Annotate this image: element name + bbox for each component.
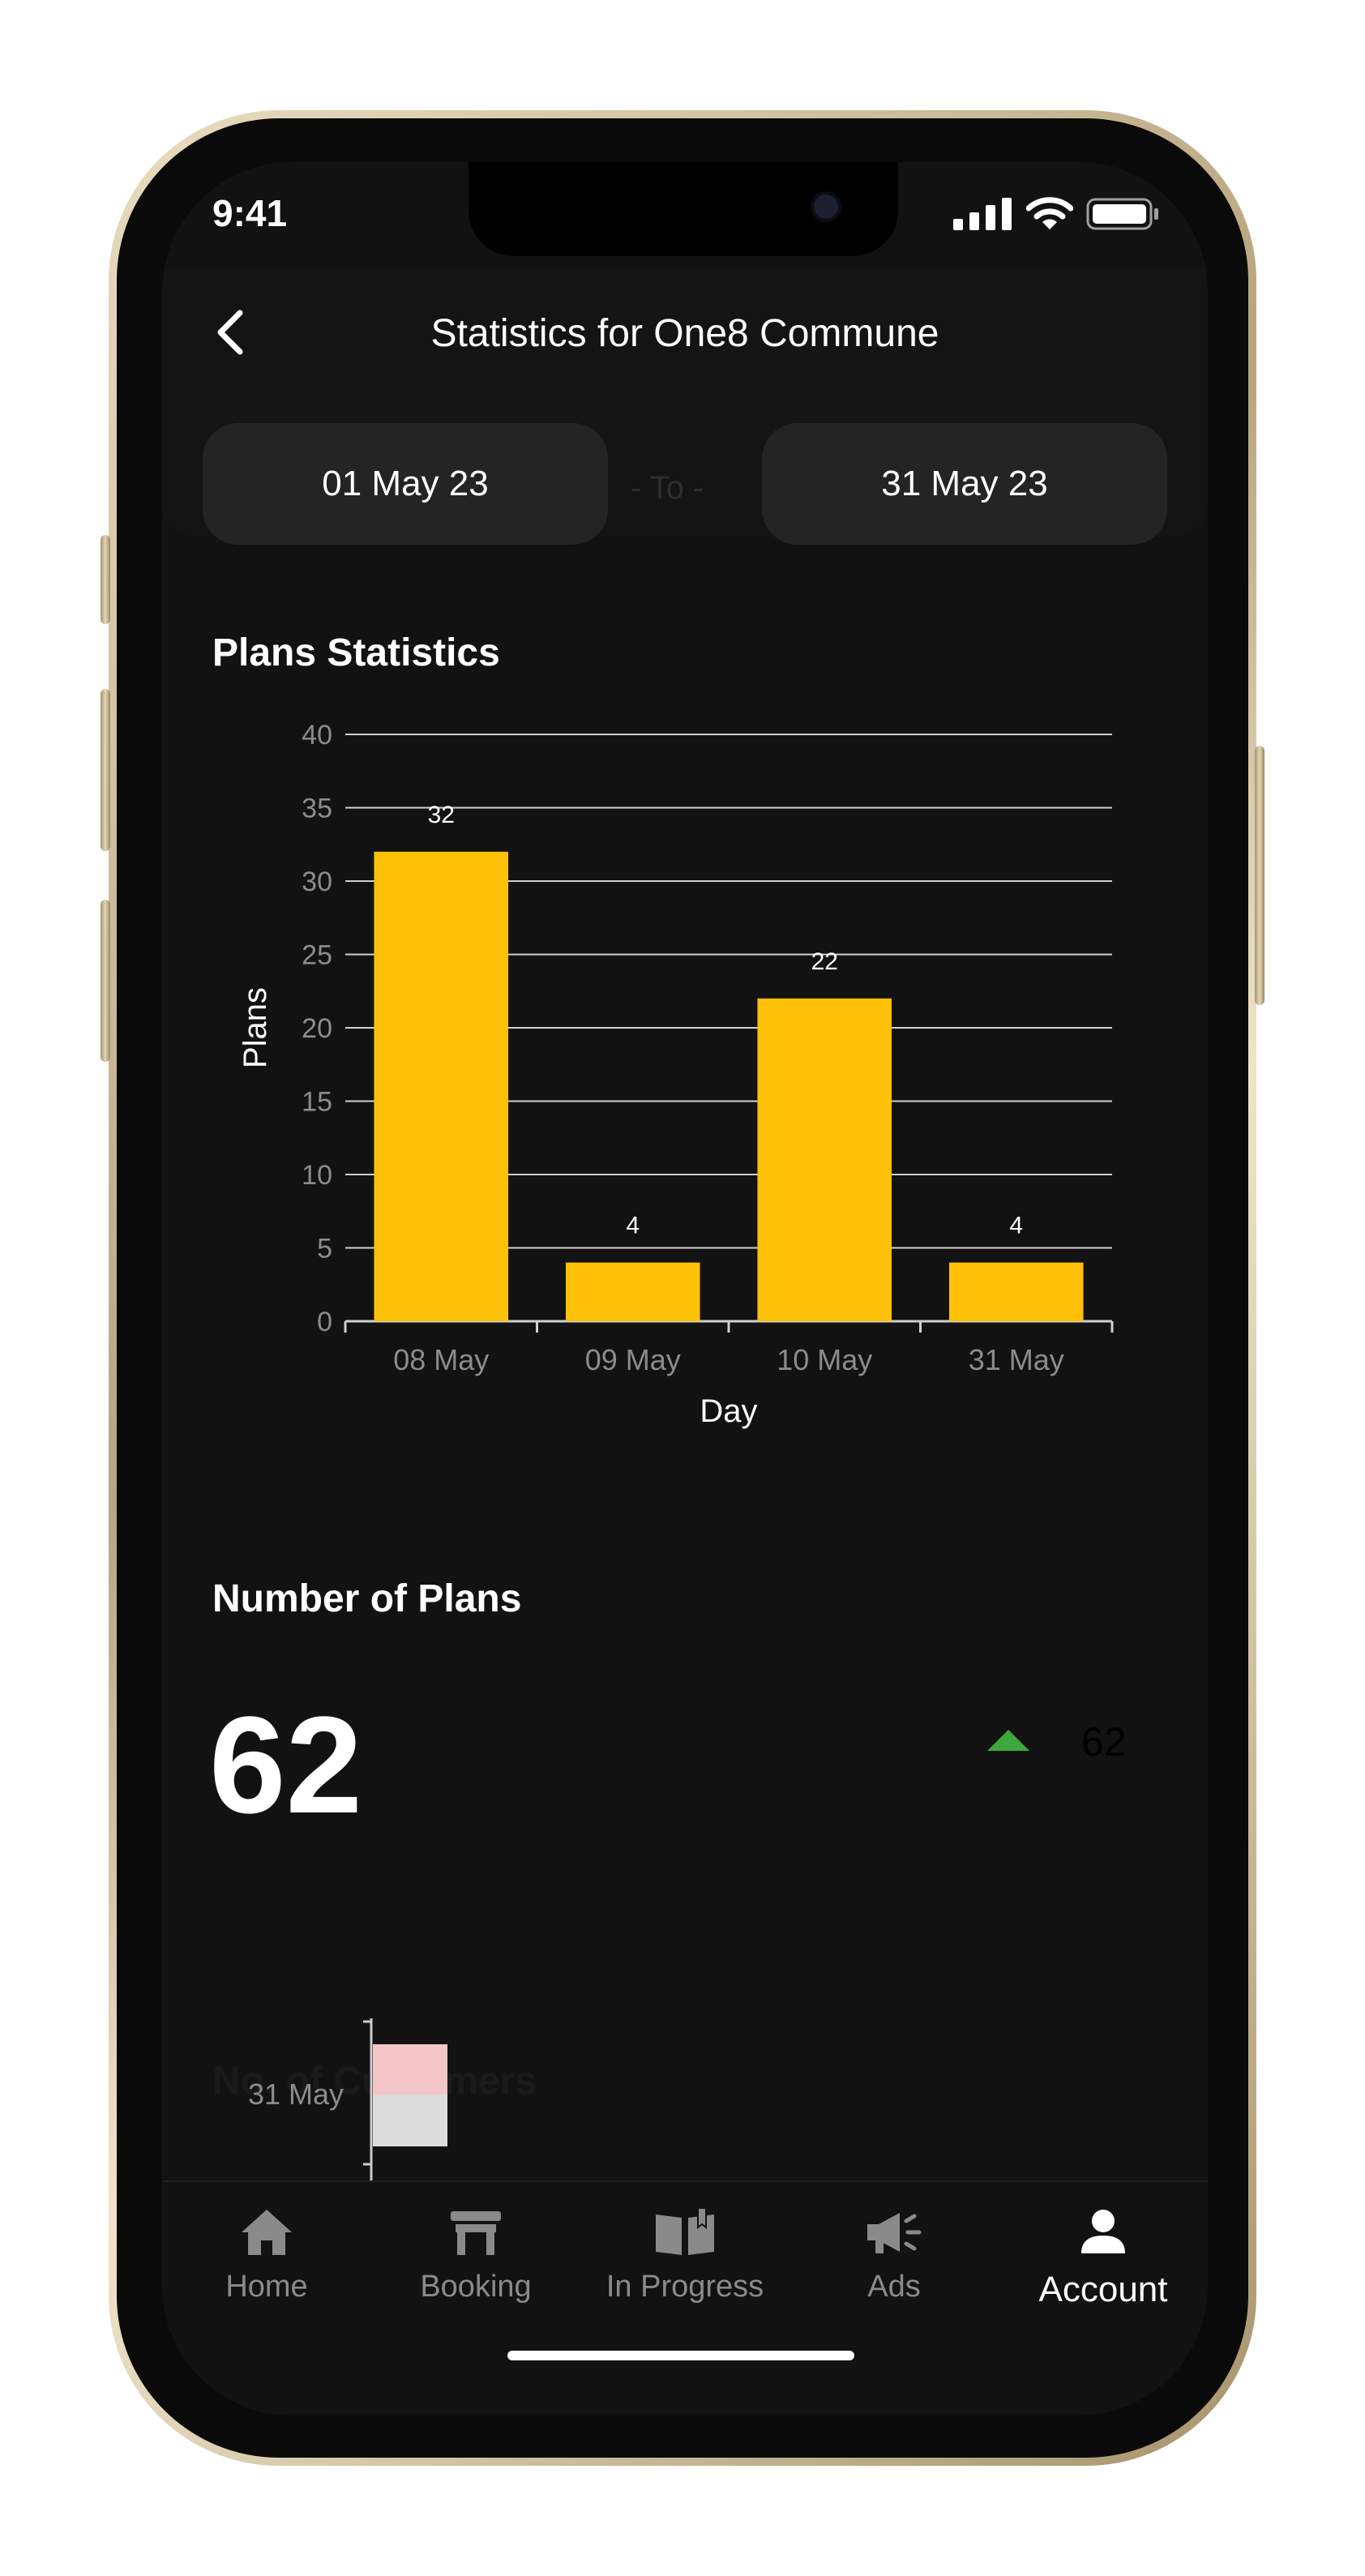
tab-label: Booking: [420, 2270, 532, 2304]
tab-account[interactable]: Account: [999, 2206, 1208, 2310]
x-tick-label: 10 May: [777, 1343, 872, 1376]
x-tick-label: 08 May: [393, 1343, 489, 1376]
trend-up-icon: [987, 1730, 1029, 1751]
bar: [565, 1262, 700, 1321]
y-axis-title: Plans: [237, 987, 273, 1068]
bar-data-label: 32: [428, 802, 455, 828]
y-tick-label: 40: [302, 720, 332, 751]
phone-side-button: [101, 535, 110, 624]
person-icon: [1081, 2210, 1125, 2253]
status-time: 9:41: [212, 192, 288, 234]
bar-data-label: 4: [1009, 1213, 1023, 1239]
battery-icon: [1086, 198, 1158, 230]
bar-data-label: 4: [626, 1213, 640, 1239]
tab-ads[interactable]: Ads: [789, 2206, 999, 2304]
plans-count: 62: [209, 1688, 363, 1842]
bar-data-label: 22: [811, 948, 838, 975]
stacked-bar-segment: [373, 2044, 447, 2095]
plans-statistics-title: Plans Statistics: [212, 631, 500, 674]
y-tick-label: 10: [302, 1160, 332, 1191]
tab-label: Ads: [867, 2270, 921, 2304]
y-tick-label: 20: [302, 1013, 332, 1044]
tab-label: In Progress: [605, 2270, 764, 2304]
notch: [469, 162, 898, 256]
book-icon: [656, 2207, 714, 2255]
camera-icon: [811, 191, 841, 222]
tab-label: Home: [225, 2270, 308, 2304]
phone-side-button: [101, 689, 110, 851]
y-tick-label: 31 May: [248, 2077, 344, 2111]
wifi-icon: [1026, 197, 1073, 229]
date-from-picker[interactable]: 01 May 23: [203, 423, 608, 545]
app-screen: 9:41 Statistics for One8 Commune 01 May …: [162, 162, 1208, 2416]
home-icon: [242, 2210, 292, 2255]
date-separator: - To -: [631, 470, 704, 506]
phone-side-button: [101, 900, 110, 1062]
megaphone-icon: [867, 2213, 922, 2253]
y-tick-label: 15: [302, 1087, 332, 1118]
tab-label: Account: [1038, 2270, 1168, 2309]
y-tick-label: 30: [302, 867, 332, 897]
date-to-picker[interactable]: 31 May 23: [762, 423, 1167, 545]
phone-side-button: [1255, 746, 1264, 1005]
bar: [757, 998, 892, 1321]
home-indicator[interactable]: [507, 2351, 854, 2360]
tab-home[interactable]: Home: [162, 2206, 371, 2304]
bar: [948, 1262, 1084, 1321]
number-of-plans-title: Number of Plans: [212, 1577, 522, 1620]
trend-value: 62: [1081, 1719, 1127, 1765]
x-tick-label: 31 May: [969, 1343, 1064, 1376]
bar-data-label: 8: [470, 2046, 486, 2077]
x-tick-label: 09 May: [585, 1343, 681, 1376]
signal-icon: [953, 198, 1012, 230]
bar: [374, 851, 509, 1321]
y-tick-label: 35: [302, 794, 332, 824]
customers-bar-chart: 31 May 8: [248, 2018, 486, 2197]
header: Statistics for One8 Commune 01 May 23 - …: [162, 269, 1208, 545]
y-tick-label: 25: [302, 940, 332, 971]
stacked-bar-segment: [373, 2095, 447, 2146]
status-icons: [953, 197, 1159, 230]
tab-in-progress[interactable]: In Progress: [580, 2206, 789, 2304]
page-title: Statistics for One8 Commune: [430, 312, 939, 355]
x-axis-title: Day: [700, 1393, 757, 1429]
plans-bar-chart: 0 5 10 15 20 25 30 35 40 32 08 May 4 09 May 22 10 May 4…: [237, 720, 1114, 1429]
y-tick-label: 5: [317, 1234, 332, 1264]
tab-booking[interactable]: Booking: [371, 2206, 580, 2304]
bottom-tab-bar: Home Booking In Progress Ads Account: [162, 2180, 1208, 2416]
y-tick-label: 0: [317, 1307, 332, 1337]
booking-icon: [451, 2211, 501, 2255]
